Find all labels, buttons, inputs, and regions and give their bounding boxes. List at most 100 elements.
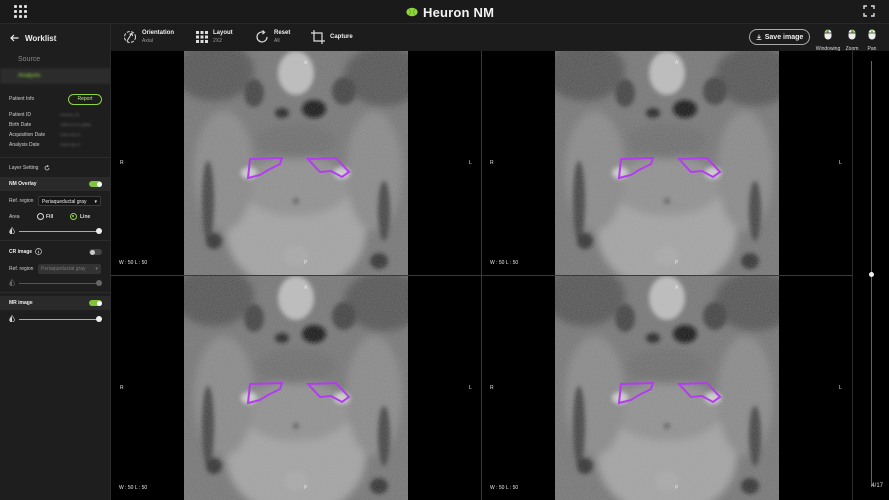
info-label: Acquisition Date [9, 132, 46, 138]
viewport-2[interactable]: A P R L W : 50 L : 50 [482, 51, 852, 275]
orientation-label-right: L [839, 160, 842, 166]
refresh-icon[interactable] [44, 165, 50, 171]
info-value: Heuron_01 [60, 112, 80, 117]
tab-analysis[interactable]: Analysis [0, 68, 111, 84]
slider-thumb[interactable] [96, 280, 102, 286]
slice-index: 4/17 [871, 483, 883, 489]
info-label: Patient ID [9, 112, 31, 118]
cr-image-toggle[interactable] [89, 249, 102, 255]
mouse-right-icon [848, 29, 856, 40]
image-viewer[interactable]: A P R L W : 50 L : 50 A P R L W : 50 L :… [111, 51, 852, 500]
arrow-left-icon [10, 34, 19, 42]
info-label: Analysis Date [9, 142, 40, 148]
nm-opacity-slider[interactable] [19, 228, 102, 234]
slider-thumb[interactable] [96, 316, 102, 322]
windowing-tool[interactable]: Windowing [815, 27, 841, 52]
info-value: 1900-01-01 (MM) [60, 122, 91, 127]
fullscreen-icon[interactable] [863, 5, 875, 17]
app-title: Heuron NM [423, 4, 495, 20]
layer-setting-title: Layer Setting [9, 165, 39, 171]
orientation-tool[interactable]: Orientation Axial [123, 27, 174, 47]
top-bar: Heuron NM [0, 0, 889, 24]
orientation-label-left: R [490, 160, 494, 166]
info-icon[interactable] [35, 248, 42, 255]
orientation-label-top: A [304, 60, 308, 66]
orientation-label: Orientation [142, 30, 175, 36]
window-level-readout: W : 50 L : 50 [490, 485, 519, 491]
nm-overlay-label: NM Overlay [9, 181, 37, 187]
source-tabs: Source Analysis [0, 52, 111, 84]
brain-logo-icon [406, 7, 418, 17]
mri-slice-image [555, 51, 779, 275]
orientation-label-right: L [839, 385, 842, 391]
download-icon [756, 34, 762, 40]
divider [0, 292, 111, 293]
layout-tool[interactable]: Layout 2X2 [196, 27, 233, 47]
reset-tool[interactable]: Reset All [255, 27, 290, 47]
mouse-wheel-icon [868, 29, 876, 40]
viewport-4[interactable]: A P R L W : 50 L : 50 [482, 276, 852, 500]
orientation-label-top: A [675, 60, 679, 66]
viewport-1[interactable]: A P R L W : 50 L : 50 [111, 51, 481, 275]
mouse-left-icon [824, 29, 832, 40]
tab-source[interactable]: Source [0, 52, 111, 68]
report-button[interactable]: Report [68, 94, 102, 105]
info-value: 2022-06-27 [60, 142, 81, 147]
grid-icon [196, 31, 208, 43]
orientation-label-top: A [675, 285, 679, 291]
line-radio[interactable] [70, 213, 77, 220]
opacity-drop-icon [9, 279, 15, 286]
pan-tool[interactable]: Pan [859, 27, 885, 52]
reset-label: Reset [274, 30, 291, 36]
nm-ref-region-value: Periaqueductal gray [42, 199, 87, 205]
info-row-analysis-date: Analysis Date 2022-06-27 [9, 142, 105, 150]
orientation-label-left: R [120, 160, 124, 166]
window-level-readout: W : 50 L : 50 [119, 260, 148, 266]
nm-ref-region-select[interactable]: Periaqueductal gray ▾ [38, 196, 101, 206]
mr-image-toggle[interactable] [89, 300, 102, 306]
cr-ref-region-select[interactable]: Periaqueductal gray ▾ [38, 264, 101, 274]
apps-grid-icon[interactable] [14, 5, 27, 18]
info-row-patient-id: Patient ID Heuron_01 [9, 112, 105, 120]
info-row-acquisition-date: Acquisition Date 2022-06-21 [9, 132, 105, 140]
cr-opacity-slider[interactable] [19, 280, 102, 286]
line-label: Line [80, 214, 91, 220]
back-to-worklist[interactable]: Worklist [10, 31, 56, 45]
orientation-label-left: R [490, 385, 494, 391]
orientation-label-left: R [120, 385, 124, 391]
slice-scroll-panel: 4/17 [852, 51, 889, 500]
nm-ref-region-label: Ref. region [9, 198, 34, 204]
cr-image-label: CR image [9, 249, 33, 255]
window-level-readout: W : 50 L : 50 [119, 485, 148, 491]
reset-icon [256, 30, 268, 43]
brand: Heuron NM [406, 3, 494, 21]
save-image-button[interactable]: Save image [749, 29, 810, 45]
divider [0, 240, 111, 241]
orientation-label-bottom: P [304, 260, 308, 266]
viewer-toolbar: Orientation Axial Layout 2X2 Reset All Capt… [111, 24, 889, 52]
mr-image-label: MR image [9, 300, 33, 306]
fill-label: Fill [46, 214, 54, 220]
layout-value: 2X2 [213, 38, 222, 44]
slider-thumb[interactable] [96, 228, 102, 234]
orientation-value: Axial [142, 38, 153, 44]
left-panel: Worklist Source Analysis Patient Info Re… [0, 24, 111, 500]
mri-slice-image [555, 276, 779, 500]
orientation-label-top: A [304, 285, 308, 291]
orientation-icon [124, 31, 136, 43]
patient-info-title: Patient Info [9, 96, 35, 102]
mri-slice-image [184, 276, 408, 500]
chevron-down-icon: ▾ [94, 199, 97, 205]
mr-opacity-slider[interactable] [19, 316, 102, 322]
info-label: Birth Date [9, 122, 32, 128]
nm-overlay-toggle[interactable] [89, 181, 102, 187]
reset-value: All [274, 38, 280, 44]
info-row-birth-date: Birth Date 1900-01-01 (MM) [9, 122, 105, 130]
viewport-3[interactable]: A P R L W : 50 L : 50 [111, 276, 481, 500]
fill-radio[interactable] [37, 213, 44, 220]
area-label: Area [9, 214, 20, 220]
viewport-divider-horizontal [111, 275, 852, 276]
divider [0, 157, 111, 158]
capture-tool[interactable]: Capture [311, 27, 353, 47]
slice-scroll-thumb[interactable] [869, 271, 874, 277]
